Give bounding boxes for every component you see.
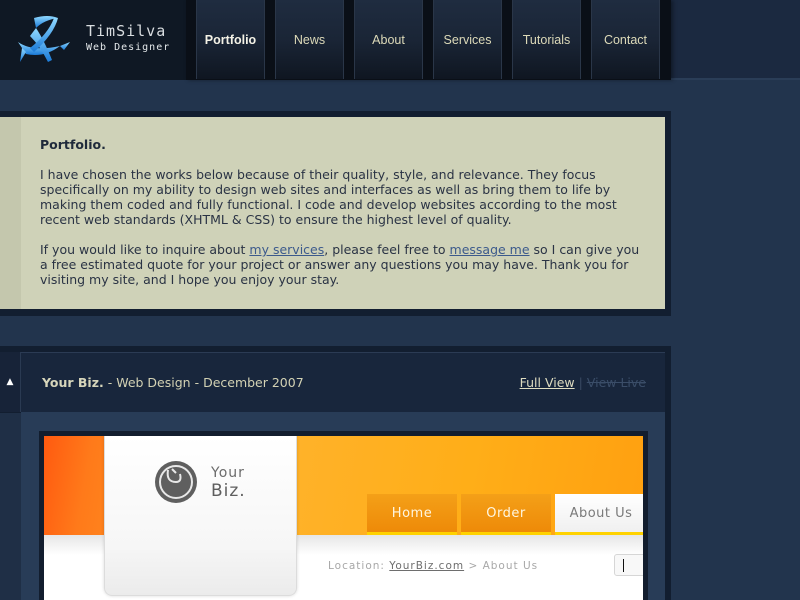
- preview-logo-box: Your Biz.: [104, 436, 297, 596]
- preview-breadcrumb-link: YourBiz.com: [389, 560, 465, 572]
- toggle-strip: [0, 413, 21, 600]
- site-header: TimSilva Web Designer Portfolio News Abo…: [0, 0, 800, 80]
- project-name: Your Biz.: [42, 375, 104, 390]
- portfolio-item-body: Your Biz. Home Order About Us Location: …: [21, 412, 665, 600]
- logo-name: TimSilva: [86, 22, 167, 40]
- intro-paragraph-1: I have chosen the works below because of…: [40, 167, 617, 227]
- website-preview-image: Your Biz. Home Order About Us Location: …: [44, 436, 643, 600]
- preview-nav-about: About Us: [555, 494, 643, 535]
- nav-tutorials[interactable]: Tutorials: [512, 0, 581, 79]
- link-separator: |: [578, 375, 583, 390]
- nav-services[interactable]: Services: [433, 0, 502, 79]
- main-nav: Portfolio News About Services Tutorials …: [186, 0, 671, 80]
- intro-content: Portfolio. I have chosen the works below…: [21, 117, 665, 309]
- portfolio-item-title: Your Biz. - Web Design - December 2007: [42, 375, 304, 390]
- nav-about[interactable]: About: [354, 0, 423, 79]
- preview-search-input: [614, 554, 643, 576]
- portfolio-item: ▲ Your Biz. - Web Design - December 2007…: [0, 346, 671, 600]
- yourbiz-logo-icon: [155, 461, 197, 503]
- portfolio-item-links: Full View | View Live: [520, 375, 646, 390]
- view-live-link[interactable]: View Live: [587, 375, 646, 390]
- intro-heading: Portfolio.: [40, 137, 106, 152]
- logo-tagline: Web Designer: [86, 42, 171, 53]
- project-date: December 2007: [203, 375, 304, 390]
- preview-logo-line1: Your: [211, 465, 245, 481]
- logo-icon: [18, 16, 70, 62]
- nav-portfolio[interactable]: Portfolio: [196, 0, 265, 79]
- text: If you would like to inquire about: [40, 242, 250, 257]
- preview-logo-line2: Biz.: [211, 481, 246, 501]
- portfolio-item-header: Your Biz. - Web Design - December 2007 F…: [21, 352, 665, 412]
- preview-frame[interactable]: Your Biz. Home Order About Us Location: …: [39, 431, 648, 600]
- project-category: - Web Design -: [103, 375, 204, 390]
- text: > About Us: [464, 560, 539, 572]
- intro-side-strip: [0, 117, 21, 309]
- full-view-link[interactable]: Full View: [520, 375, 575, 390]
- intro-panel: Portfolio. I have chosen the works below…: [0, 111, 671, 316]
- text: , please feel free to: [324, 242, 450, 257]
- nav-contact[interactable]: Contact: [591, 0, 660, 79]
- text: Location:: [328, 560, 390, 572]
- preview-nav: Home Order About Us: [367, 494, 643, 535]
- my-services-link[interactable]: my services: [249, 242, 324, 257]
- triangle-up-icon: ▲: [6, 377, 14, 387]
- preview-breadcrumb: Location: YourBiz.com > About Us: [328, 560, 538, 572]
- message-me-link[interactable]: message me: [450, 242, 530, 257]
- preview-nav-home: Home: [367, 494, 457, 535]
- logo[interactable]: TimSilva Web Designer: [0, 0, 186, 80]
- nav-news[interactable]: News: [275, 0, 344, 79]
- collapse-toggle[interactable]: ▲: [0, 352, 21, 412]
- intro-paragraph-2: If you would like to inquire about my se…: [40, 242, 646, 287]
- preview-nav-order: Order: [461, 494, 551, 535]
